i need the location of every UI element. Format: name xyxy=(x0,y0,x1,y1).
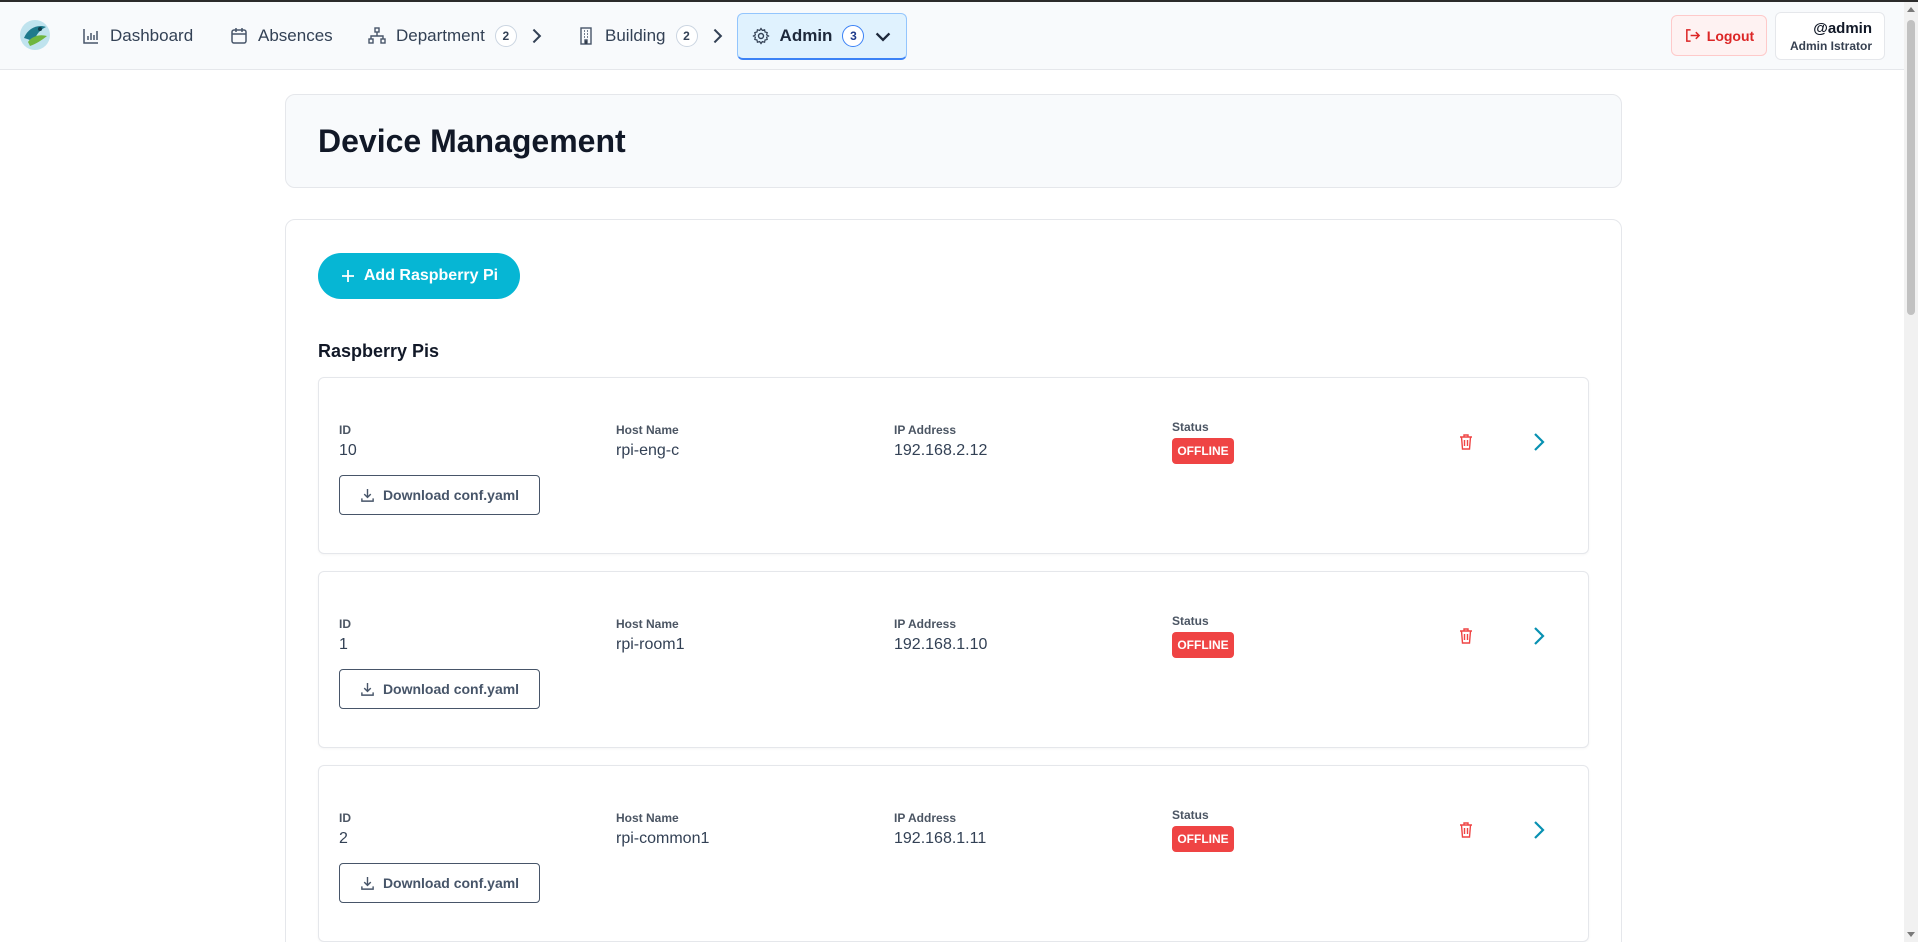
download-config-button[interactable]: Download conf.yaml xyxy=(339,669,540,709)
chevron-right-icon xyxy=(532,28,542,44)
user-menu[interactable]: @admin Admin Istrator xyxy=(1775,12,1885,60)
bar-chart-icon xyxy=(83,29,98,44)
user-full-name: Admin Istrator xyxy=(1789,38,1872,53)
add-raspberry-pi-label: Add Raspberry Pi xyxy=(363,267,499,284)
nav-building[interactable]: Building 2 xyxy=(567,16,736,56)
device-ip-address: 192.168.1.11 xyxy=(894,830,987,847)
device-card: ID 1 Host Name rpi-room1 IP Address 192.… xyxy=(318,571,1589,748)
section-title: Raspberry Pis xyxy=(318,341,440,361)
host-name-label: Host Name xyxy=(616,617,679,631)
ip-address-label: IP Address xyxy=(894,423,957,437)
status-label: Status xyxy=(1172,420,1209,434)
nav-department[interactable]: Department 2 xyxy=(358,16,555,56)
scrollbar-thumb[interactable] xyxy=(1907,20,1915,315)
nav-department-label: Department xyxy=(396,26,485,45)
trash-icon[interactable] xyxy=(1458,627,1474,645)
status-badge: OFFLINE xyxy=(1172,826,1234,852)
download-icon xyxy=(361,682,374,696)
download-icon xyxy=(361,876,374,890)
download-config-label: Download conf.yaml xyxy=(382,681,520,697)
page-scrollbar[interactable] xyxy=(1904,2,1918,942)
device-card: ID 10 Host Name rpi-eng-c IP Address 192… xyxy=(318,377,1589,554)
add-raspberry-pi-button[interactable]: Add Raspberry Pi xyxy=(318,253,520,299)
device-id: 1 xyxy=(339,636,348,653)
nav-admin-label: Admin xyxy=(779,26,833,45)
download-config-label: Download conf.yaml xyxy=(382,875,520,891)
logout-button[interactable]: Logout xyxy=(1671,15,1767,56)
nav-absences-label: Absences xyxy=(258,26,333,45)
chevron-down-icon xyxy=(876,32,891,42)
device-id: 2 xyxy=(339,830,348,847)
host-name-label: Host Name xyxy=(616,423,679,437)
scroll-down-arrow-icon[interactable] xyxy=(1907,932,1915,937)
user-handle: @admin xyxy=(1813,19,1872,37)
trash-icon[interactable] xyxy=(1458,433,1474,451)
id-label: ID xyxy=(339,617,351,631)
nav-building-label: Building xyxy=(605,26,666,45)
chevron-right-icon[interactable] xyxy=(1529,819,1549,841)
device-host-name: rpi-eng-c xyxy=(616,442,680,459)
building-count-badge: 2 xyxy=(675,25,698,47)
nav-absences[interactable]: Absences xyxy=(220,16,343,56)
org-chart-icon xyxy=(368,27,386,44)
plus-icon xyxy=(341,270,354,282)
id-label: ID xyxy=(339,811,351,825)
app-logo-icon[interactable] xyxy=(18,18,52,52)
ip-address-label: IP Address xyxy=(894,617,957,631)
device-ip-address: 192.168.1.10 xyxy=(894,636,988,653)
device-id: 10 xyxy=(339,442,357,459)
status-label: Status xyxy=(1172,614,1209,628)
status-label: Status xyxy=(1172,808,1209,822)
chevron-right-icon xyxy=(713,28,722,44)
ip-address-label: IP Address xyxy=(894,811,957,825)
chevron-right-icon[interactable] xyxy=(1529,625,1549,647)
status-badge: OFFLINE xyxy=(1172,438,1234,464)
download-config-label: Download conf.yaml xyxy=(382,487,520,503)
download-config-button[interactable]: Download conf.yaml xyxy=(339,475,540,515)
nav-dashboard-label: Dashboard xyxy=(110,26,194,45)
top-navbar: Dashboard Absences Department 2 Building… xyxy=(0,2,1904,70)
nav-dashboard[interactable]: Dashboard xyxy=(72,16,203,56)
page-title: Device Management xyxy=(318,123,626,159)
host-name-label: Host Name xyxy=(616,811,679,825)
building-icon xyxy=(580,27,592,45)
logout-icon xyxy=(1685,29,1700,42)
logout-label: Logout xyxy=(1706,27,1755,44)
device-host-name: rpi-common1 xyxy=(616,830,710,847)
device-card: ID 2 Host Name rpi-common1 IP Address 19… xyxy=(318,765,1589,942)
admin-count-badge: 3 xyxy=(842,25,865,47)
device-host-name: rpi-room1 xyxy=(616,636,685,653)
page-header-card: Device Management xyxy=(285,94,1622,188)
department-count-badge: 2 xyxy=(494,25,517,47)
chevron-right-icon[interactable] xyxy=(1529,431,1549,453)
calendar-icon xyxy=(231,28,247,44)
status-badge: OFFLINE xyxy=(1172,632,1234,658)
nav-admin[interactable]: Admin 3 xyxy=(737,13,907,60)
device-ip-address: 192.168.2.12 xyxy=(894,442,988,459)
gear-icon xyxy=(751,27,770,45)
download-icon xyxy=(361,488,374,502)
trash-icon[interactable] xyxy=(1458,821,1474,839)
scroll-up-arrow-icon[interactable] xyxy=(1907,7,1915,12)
id-label: ID xyxy=(339,423,351,437)
devices-panel: Add Raspberry Pi Raspberry Pis ID 10 Hos… xyxy=(285,219,1622,942)
download-config-button[interactable]: Download conf.yaml xyxy=(339,863,540,903)
